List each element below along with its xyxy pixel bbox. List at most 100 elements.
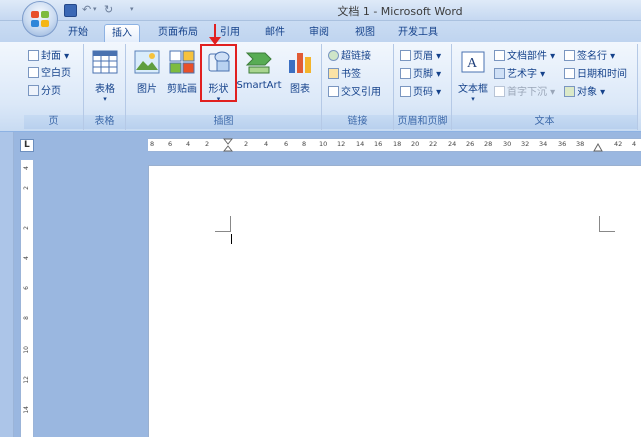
ruler-tick: 24 [448, 140, 457, 148]
bookmark-icon [328, 68, 339, 79]
undo-icon[interactable]: ↶ [82, 3, 91, 16]
ruler-tick: 10 [23, 346, 30, 354]
hyperlink-button[interactable]: 超链接 [328, 49, 371, 65]
signature-line-icon [564, 50, 575, 61]
margin-corner-top-left [215, 216, 231, 232]
chart-icon [289, 53, 311, 73]
smartart-button[interactable]: SmartArt [236, 50, 282, 91]
table-button[interactable]: 表格 ▾ [87, 50, 123, 103]
text-box-button[interactable]: A 文本框 ▾ [456, 50, 490, 103]
ruler-tick: 4 [186, 140, 191, 148]
text-box-dropdown-icon: ▾ [471, 95, 475, 103]
ruler-tick: 14 [23, 406, 30, 414]
save-icon[interactable] [64, 4, 77, 17]
tab-home[interactable]: 开始 [58, 24, 98, 42]
right-indent-marker-icon[interactable] [593, 143, 603, 153]
shapes-highlight-box [200, 44, 237, 102]
text-box-icon: A [461, 51, 485, 73]
tab-page-layout[interactable]: 页面布局 [150, 24, 206, 42]
ruler-tick: 8 [302, 140, 307, 148]
ruler-tick: 16 [374, 140, 383, 148]
ruler-tick: 28 [484, 140, 493, 148]
header-button[interactable]: 页眉 ▾ [400, 49, 441, 65]
window-title: 文档 1 - Microsoft Word [337, 5, 463, 18]
ruler-tick: 30 [503, 140, 512, 148]
wordart-button[interactable]: 艺术字 ▾ [494, 67, 545, 83]
text-cursor [231, 234, 232, 244]
wordart-icon [494, 68, 505, 79]
signature-line-button[interactable]: 签名行 ▾ [564, 49, 615, 65]
margin-corner-top-right [599, 216, 615, 232]
tab-mailings[interactable]: 邮件 [258, 24, 292, 42]
tab-insert[interactable]: 插入 [104, 24, 140, 42]
indent-marker-icon[interactable] [223, 138, 233, 153]
cover-page-button[interactable]: 封面 ▾ [28, 49, 69, 65]
picture-icon [134, 50, 160, 74]
vertical-ruler-page-area: 4 2 2 4 6 8 10 12 14 [21, 160, 33, 437]
date-time-button[interactable]: 日期和时间 [564, 67, 627, 83]
ruler-tick: 4 [23, 256, 30, 260]
ruler-tick: 2 [244, 140, 249, 148]
page-break-button[interactable]: 分页 [28, 84, 61, 100]
ruler-tick: 4 [632, 140, 637, 148]
ruler-tick: 34 [539, 140, 548, 148]
tab-review[interactable]: 审阅 [302, 24, 336, 42]
ruler-tick: 6 [284, 140, 289, 148]
tab-developer[interactable]: 开发工具 [392, 24, 444, 42]
clip-art-button[interactable]: 剪贴画 [164, 50, 200, 95]
drop-cap-icon [494, 86, 505, 97]
table-icon [92, 50, 118, 74]
footer-icon [400, 68, 411, 79]
group-label-tables: 表格 [84, 115, 125, 129]
group-label-illustrations: 插图 [126, 115, 321, 129]
customize-qat-icon[interactable]: ▾ [130, 5, 134, 13]
horizontal-ruler[interactable]: 8 6 4 2 2 4 6 8 10 12 14 16 18 20 22 24 … [148, 138, 641, 152]
ruler-tick: 4 [23, 166, 30, 170]
blank-page-button[interactable]: 空白页 [28, 66, 71, 82]
picture-button[interactable]: 图片 [131, 50, 163, 95]
group-label-text: 文本 [452, 115, 637, 129]
ruler-tick: 2 [23, 186, 30, 190]
undo-dropdown-icon[interactable]: ▾ [93, 5, 97, 13]
tab-view[interactable]: 视图 [348, 24, 382, 42]
object-button[interactable]: 对象 ▾ [564, 85, 605, 101]
ruler-tick: 42 [614, 140, 623, 148]
ruler-tick: 4 [264, 140, 269, 148]
cross-reference-button[interactable]: 交叉引用 [328, 85, 381, 101]
document-page[interactable] [148, 165, 641, 437]
group-label-header-footer: 页眉和页脚 [394, 115, 451, 129]
chart-button[interactable]: 图表 [284, 50, 316, 95]
quick-parts-button[interactable]: 文档部件 ▾ [494, 49, 555, 65]
office-button[interactable] [22, 1, 58, 37]
hyperlink-icon [328, 50, 339, 61]
table-dropdown-icon: ▾ [103, 95, 107, 103]
ruler-tick: 36 [558, 140, 567, 148]
cover-page-icon [28, 50, 39, 61]
cross-reference-icon [328, 86, 339, 97]
ruler-tick: 38 [576, 140, 585, 148]
ruler-tick: 12 [23, 376, 30, 384]
footer-button[interactable]: 页脚 ▾ [400, 67, 441, 83]
ruler-tick: 22 [429, 140, 438, 148]
left-edge-bar [0, 132, 14, 437]
ruler-tick: 26 [466, 140, 475, 148]
ruler-tick: 20 [411, 140, 420, 148]
drop-cap-button[interactable]: 首字下沉 ▾ [494, 85, 555, 101]
page-break-icon [28, 85, 39, 96]
group-label-links: 链接 [322, 115, 393, 129]
ruler-tick: 32 [521, 140, 530, 148]
bookmark-button[interactable]: 书签 [328, 67, 361, 83]
ruler-tick: 14 [356, 140, 365, 148]
object-icon [564, 86, 575, 97]
ruler-tick: 8 [23, 316, 30, 320]
ruler-tick: 2 [23, 226, 30, 230]
red-arrow-icon [209, 24, 221, 45]
blank-page-icon [28, 67, 39, 78]
date-time-icon [564, 68, 575, 79]
clip-art-icon [169, 50, 195, 74]
tab-selector-button[interactable]: L [20, 139, 34, 152]
ruler-tick: 12 [337, 140, 346, 148]
redo-icon[interactable]: ↻ [104, 3, 113, 16]
header-icon [400, 50, 411, 61]
page-number-button[interactable]: 页码 ▾ [400, 85, 441, 101]
